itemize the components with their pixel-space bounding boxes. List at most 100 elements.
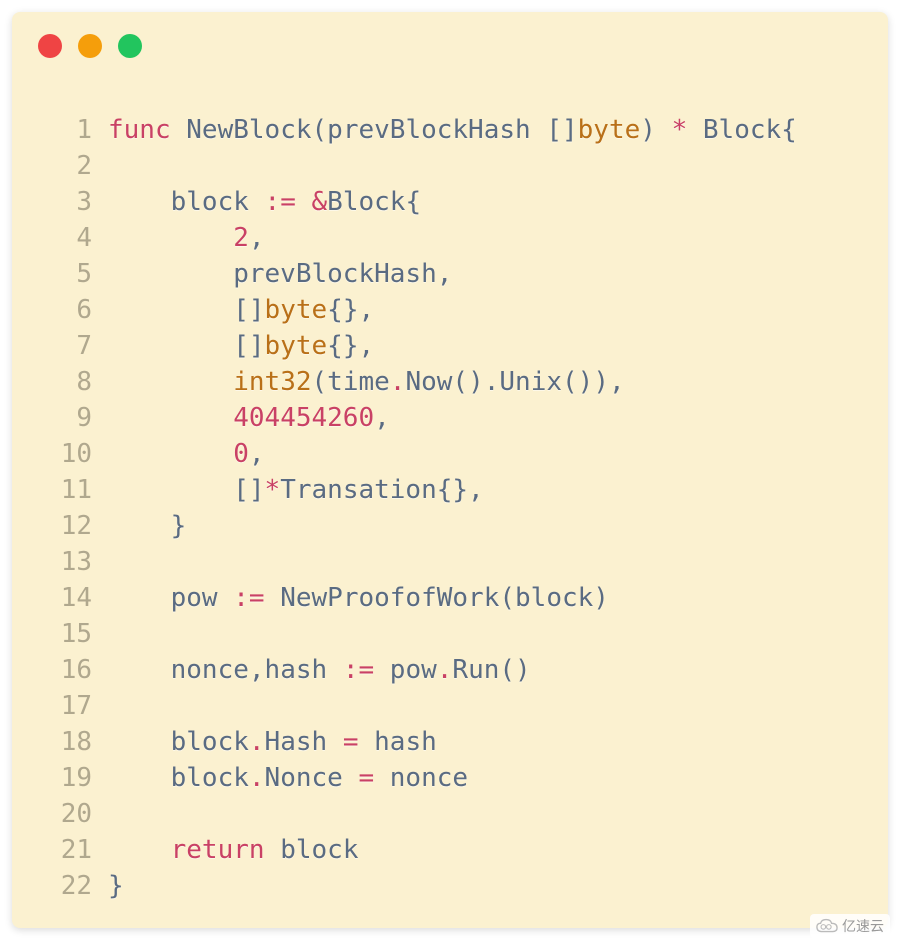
line-number: 4 [46, 220, 92, 256]
code-token: , [374, 403, 390, 433]
code-token: nonce [108, 655, 249, 685]
code-token: , [437, 259, 453, 289]
code-token: {}, [327, 331, 374, 361]
line-number: 10 [46, 436, 92, 472]
code-content: []byte{}, [108, 292, 374, 328]
code-token: {}, [437, 475, 484, 505]
code-content: func NewBlock(prevBlockHash []byte) * Bl… [108, 112, 797, 148]
line-number: 18 [46, 724, 92, 760]
code-line: 21 return block [46, 832, 868, 868]
line-number: 15 [46, 616, 92, 652]
code-token: byte [578, 115, 641, 145]
code-token: { [781, 115, 797, 145]
code-token: pow [108, 583, 233, 613]
code-line: 4 2, [46, 220, 868, 256]
code-token: := [343, 655, 390, 685]
code-token: 2 [233, 223, 249, 253]
code-token: . [390, 367, 406, 397]
line-number: 7 [46, 328, 92, 364]
code-content: []*Transation{}, [108, 472, 484, 508]
code-content: nonce,hash := pow.Run() [108, 652, 531, 688]
line-number: 6 [46, 292, 92, 328]
code-token: nonce [390, 763, 468, 793]
code-token: NewProofofWork [280, 583, 499, 613]
code-token: * [672, 115, 703, 145]
code-content: 0, [108, 436, 265, 472]
code-token: byte [265, 295, 328, 325]
code-token: prevBlockHash [327, 115, 546, 145]
code-token: [] [108, 295, 265, 325]
line-number: 17 [46, 688, 92, 724]
code-line: 7 []byte{}, [46, 328, 868, 364]
code-content: 404454260, [108, 400, 390, 436]
code-token: func [108, 115, 186, 145]
code-content: block.Hash = hash [108, 724, 437, 760]
watermark: 亿速云 [810, 914, 890, 938]
code-content: } [108, 508, 186, 544]
line-number: 3 [46, 184, 92, 220]
code-token: ( [499, 583, 515, 613]
code-token: = [358, 763, 389, 793]
traffic-lights [38, 34, 142, 58]
code-line: 9 404454260, [46, 400, 868, 436]
code-token: hash [374, 727, 437, 757]
code-line: 18 block.Hash = hash [46, 724, 868, 760]
code-content: int32(time.Now().Unix()), [108, 364, 625, 400]
code-token: prevBlockHash [108, 259, 437, 289]
code-token: [] [108, 475, 265, 505]
code-content: []byte{}, [108, 328, 374, 364]
code-token: int32 [233, 367, 311, 397]
line-number: 5 [46, 256, 92, 292]
code-token: 0 [233, 439, 249, 469]
code-content: prevBlockHash, [108, 256, 452, 292]
line-number: 19 [46, 760, 92, 796]
code-content: return block [108, 832, 358, 868]
code-token: {}, [327, 295, 374, 325]
code-line: 10 0, [46, 436, 868, 472]
code-token: ( [312, 367, 328, 397]
code-token: ) [640, 115, 671, 145]
line-number: 1 [46, 112, 92, 148]
code-line: 14 pow := NewProofofWork(block) [46, 580, 868, 616]
code-token: , [249, 655, 265, 685]
code-line: 19 block.Nonce = nonce [46, 760, 868, 796]
code-token: Unix [499, 367, 562, 397]
line-number: 16 [46, 652, 92, 688]
code-token: , [249, 439, 265, 469]
code-token: time [327, 367, 390, 397]
watermark-text: 亿速云 [842, 916, 884, 936]
code-token: block [108, 187, 265, 217]
code-line: 20 [46, 796, 868, 832]
code-token: . [249, 763, 265, 793]
line-number: 8 [46, 364, 92, 400]
code-token: ( [312, 115, 328, 145]
line-number: 20 [46, 796, 92, 832]
code-token: = [343, 727, 374, 757]
code-token: ) [593, 583, 609, 613]
code-line: 5 prevBlockHash, [46, 256, 868, 292]
code-content: block.Nonce = nonce [108, 760, 468, 796]
code-window: 1func NewBlock(prevBlockHash []byte) * B… [12, 12, 888, 928]
code-content: block := &Block{ [108, 184, 421, 220]
maximize-icon[interactable] [118, 34, 142, 58]
code-token: Block [703, 115, 781, 145]
code-token: := & [265, 187, 328, 217]
line-number: 13 [46, 544, 92, 580]
code-content: 2, [108, 220, 265, 256]
minimize-icon[interactable] [78, 34, 102, 58]
code-token [108, 223, 233, 253]
line-number: 9 [46, 400, 92, 436]
line-number: 11 [46, 472, 92, 508]
code-token: { [405, 187, 421, 217]
code-line: 16 nonce,hash := pow.Run() [46, 652, 868, 688]
code-line: 1func NewBlock(prevBlockHash []byte) * B… [46, 112, 868, 148]
code-token: . [437, 655, 453, 685]
code-token: , [249, 223, 265, 253]
code-content: } [108, 868, 124, 904]
code-token: block [108, 727, 249, 757]
code-token: Hash [265, 727, 343, 757]
line-number: 12 [46, 508, 92, 544]
code-line: 2 [46, 148, 868, 184]
code-line: 17 [46, 688, 868, 724]
close-icon[interactable] [38, 34, 62, 58]
